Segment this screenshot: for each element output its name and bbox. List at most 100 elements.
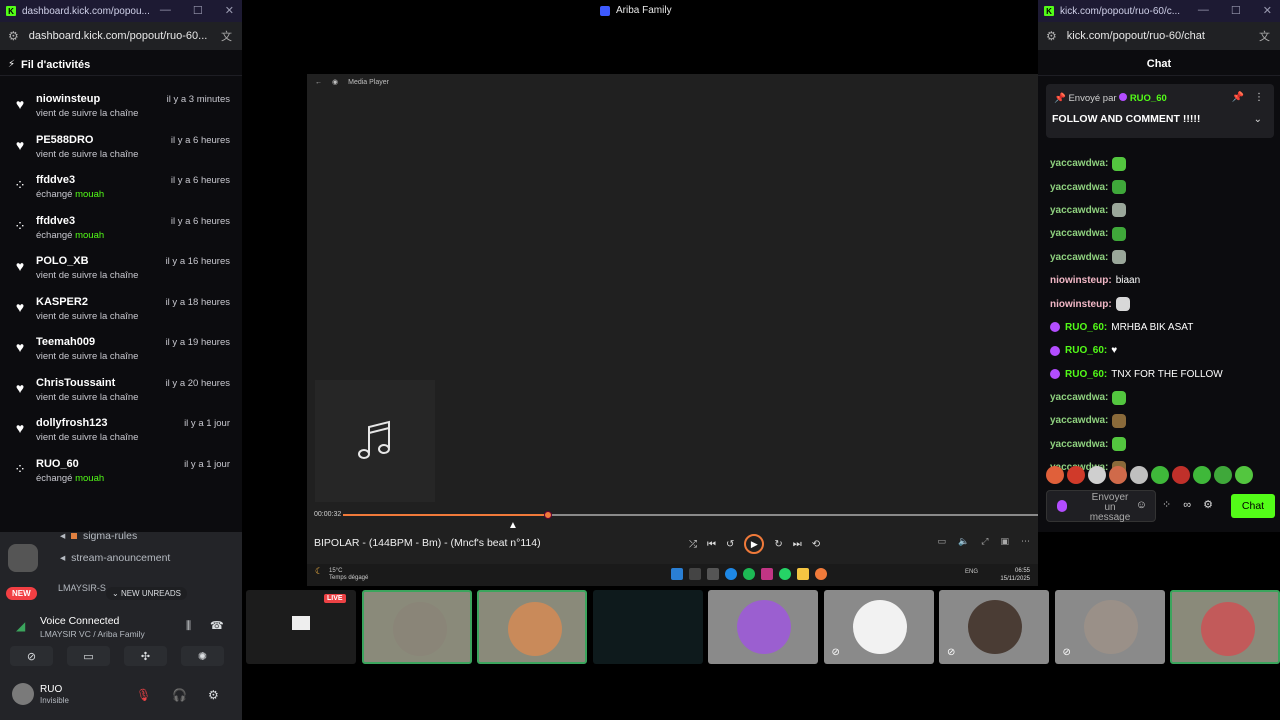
activity-user[interactable]: niowinsteup	[36, 93, 100, 105]
list-item[interactable]: ♥ Teemah009 il y a 19 heures vient de suivr…	[0, 331, 242, 372]
previous-icon[interactable]: ⏮	[707, 539, 716, 550]
disconnect-icon[interactable]: ☎	[210, 619, 224, 632]
maximize-icon[interactable]: ☐	[193, 4, 203, 17]
forward-icon[interactable]: ↻	[774, 539, 782, 550]
next-icon[interactable]: ⏭	[793, 539, 802, 550]
chat-username[interactable]: yaccawdwa:	[1050, 228, 1108, 239]
list-item[interactable]: ♥ PE588DRO il y a 6 heures vient de suivre …	[0, 129, 242, 170]
chat-username[interactable]: yaccawdwa:	[1050, 252, 1108, 263]
activity-user[interactable]: Teemah009	[36, 336, 95, 348]
chat-message[interactable]: yaccawdwa:	[1050, 175, 1276, 198]
channel-sigma-rules[interactable]: ◂ sigma-rules	[60, 530, 137, 542]
list-item[interactable]: ♥ niowinsteup il y a 3 minutes vient de sui…	[0, 88, 242, 129]
emote-icon[interactable]	[1214, 466, 1232, 484]
close-icon[interactable]: ✕	[1263, 4, 1272, 17]
participant-tile[interactable]	[708, 590, 818, 664]
chat-username[interactable]: yaccawdwa:	[1050, 439, 1108, 450]
chat-message[interactable]: yaccawdwa:	[1050, 386, 1276, 409]
more-options-icon[interactable]: ⋮	[1254, 92, 1264, 103]
chat-message[interactable]: yaccawdwa:	[1050, 199, 1276, 222]
participant-tile[interactable]: LIVE	[246, 590, 356, 664]
translate-icon[interactable]: 文	[1259, 28, 1270, 44]
miniplayer-icon[interactable]: ▭	[938, 536, 947, 547]
site-settings-icon[interactable]: ⚙	[8, 29, 19, 43]
headset-icon[interactable]: 🎧	[172, 688, 187, 702]
gear-icon[interactable]: ⚙	[1203, 498, 1213, 511]
chat-message[interactable]: niowinsteup:	[1050, 292, 1276, 315]
chat-username[interactable]: RUO_60:	[1065, 345, 1107, 356]
mic-muted-icon[interactable]: 🎙	[136, 688, 151, 702]
channel-stream-anouncement[interactable]: ◂ stream-anouncement	[60, 552, 170, 564]
list-item[interactable]: ♥ dollyfrosh123 il y a 1 jour vient de suiv…	[0, 412, 242, 453]
list-item[interactable]: ♥ KASPER2 il y a 18 heures vient de suivre …	[0, 291, 242, 332]
chat-message[interactable]: yaccawdwa:	[1050, 222, 1276, 245]
list-item[interactable]: ⁘ RUO_60 il y a 1 jour échangé mouah	[0, 453, 242, 494]
translate-icon[interactable]: 文	[221, 28, 232, 44]
list-item[interactable]: ♥ POLO_XB il y a 16 heures vient de suivre …	[0, 250, 242, 291]
weather-widget[interactable]: ☾ 15°C Temps dégagé	[315, 567, 368, 582]
emote-icon[interactable]	[1067, 466, 1085, 484]
chat-send-button[interactable]: Chat	[1231, 494, 1275, 518]
activity-user[interactable]: KASPER2	[36, 296, 88, 308]
emote-icon[interactable]	[1130, 466, 1148, 484]
chat-input[interactable]: Envoyer un message ☺	[1046, 490, 1156, 523]
participant-tile[interactable]: ⊘	[1054, 590, 1165, 664]
list-item[interactable]: ⁘ ffddve3 il y a 6 heures échangé mouah	[0, 210, 242, 251]
minimize-icon[interactable]: —	[160, 4, 171, 17]
start-icon[interactable]	[671, 568, 683, 580]
more-icon[interactable]: ⋯	[1021, 536, 1030, 547]
fullscreen-icon[interactable]: ⤢	[981, 536, 988, 547]
system-clock[interactable]: 06:55 15/11/2025	[1000, 567, 1030, 583]
progress-bar[interactable]	[343, 511, 1038, 519]
chat-username[interactable]: yaccawdwa:	[1050, 205, 1108, 216]
minimize-icon[interactable]: —	[1198, 4, 1209, 17]
participant-tile[interactable]: ⊘	[823, 590, 934, 664]
pin-icon[interactable]: 📌	[1232, 92, 1244, 103]
chat-message[interactable]: yaccawdwa:	[1050, 152, 1276, 175]
chat-message[interactable]: yaccawdwa:	[1050, 246, 1276, 269]
back-arrow-icon[interactable]: ←	[315, 79, 322, 86]
new-unreads-pill[interactable]: ⌄ NEW UNREADS	[106, 587, 187, 600]
folder-icon[interactable]	[797, 568, 809, 580]
chat-message[interactable]: RUO_60: ♥	[1050, 339, 1276, 362]
participant-tile[interactable]: ⊘	[939, 590, 1049, 664]
chat-username[interactable]: yaccawdwa:	[1050, 182, 1108, 193]
pinned-message[interactable]: 📌 Envoyé par RUO_60 FOLLOW AND COMMENT !…	[1046, 84, 1274, 138]
activity-user[interactable]: dollyfrosh123	[36, 417, 108, 429]
activity-user[interactable]: ffddve3	[36, 174, 75, 186]
voice-server[interactable]: LMAYSIR VC / Ariba Family	[40, 629, 145, 639]
chat-username[interactable]: RUO_60:	[1065, 369, 1107, 380]
rewind-icon[interactable]: ↺	[726, 539, 734, 550]
server-icon[interactable]	[8, 544, 38, 572]
activity-user[interactable]: PE588DRO	[36, 134, 93, 146]
chevron-down-icon[interactable]: ⌄	[1254, 114, 1262, 125]
chat-message[interactable]: RUO_60: TNX FOR THE FOLLOW	[1050, 363, 1276, 386]
chat-username[interactable]: yaccawdwa:	[1050, 415, 1108, 426]
cast-icon[interactable]: ▣	[1000, 536, 1009, 547]
language-indicator[interactable]: ENG	[965, 569, 978, 575]
emote-icon[interactable]	[1088, 466, 1106, 484]
chat-username[interactable]: RUO_60:	[1065, 322, 1107, 333]
soundboard-icon[interactable]: ✺	[181, 646, 224, 666]
list-item[interactable]: ♥ ChrisToussaint il y a 20 heures vient de …	[0, 372, 242, 413]
chat-message[interactable]: yaccawdwa:	[1050, 409, 1276, 432]
screen-share-icon[interactable]: ▭	[67, 646, 110, 666]
list-item[interactable]: ⁘ ffddve3 il y a 6 heures échangé mouah	[0, 169, 242, 210]
emote-icon[interactable]	[1193, 466, 1211, 484]
activity-user[interactable]: ChrisToussaint	[36, 377, 115, 389]
emote-icon[interactable]	[1046, 466, 1064, 484]
gear-icon[interactable]: ⚙	[208, 688, 219, 702]
chat-username[interactable]: yaccawdwa:	[1050, 392, 1108, 403]
emoji-icon[interactable]: ☺	[1136, 499, 1147, 511]
avatar[interactable]	[12, 683, 34, 705]
repeat-icon[interactable]: ⟲	[812, 539, 820, 550]
channel-partial[interactable]: LMAYSIR-S	[58, 583, 106, 593]
play-button[interactable]: ▶	[744, 534, 765, 554]
participant-tile[interactable]	[361, 590, 472, 664]
noise-suppression-icon[interactable]: ⫼	[186, 620, 191, 633]
activity-user[interactable]: POLO_XB	[36, 255, 89, 267]
participant-tile[interactable]	[477, 590, 587, 664]
chat-message[interactable]: RUO_60: MRHBA BIK ASAT	[1050, 316, 1276, 339]
close-icon[interactable]: ✕	[225, 4, 234, 17]
emote-icon[interactable]	[1151, 466, 1169, 484]
